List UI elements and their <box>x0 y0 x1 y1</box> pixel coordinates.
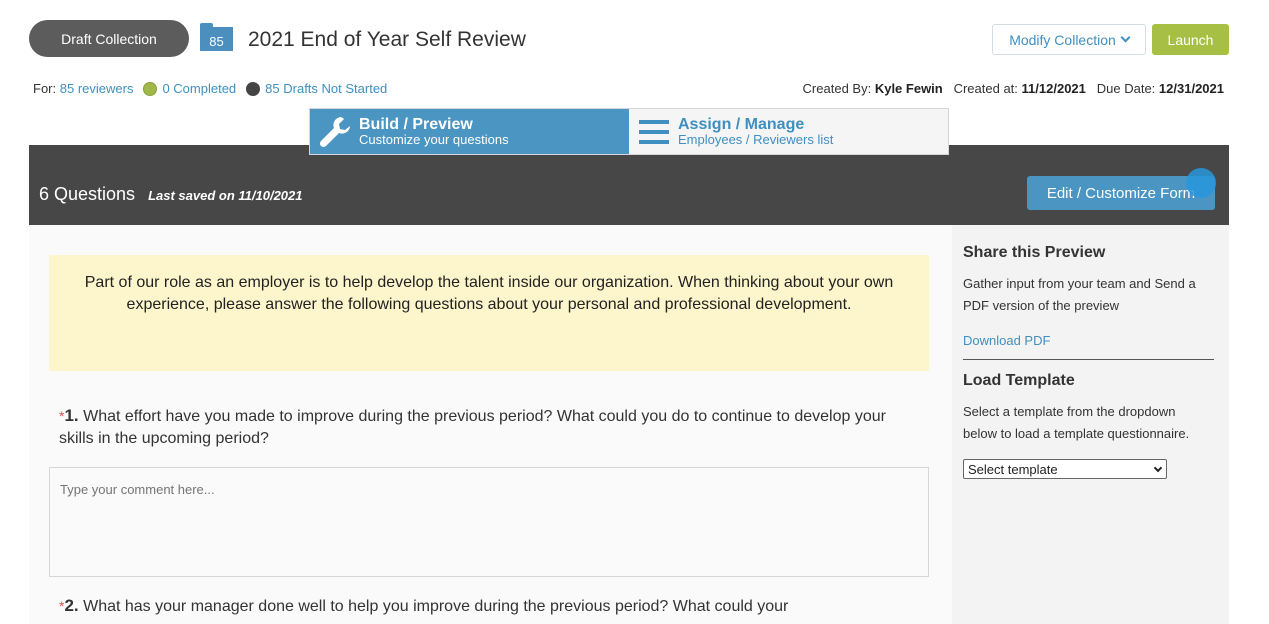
wrench-icon <box>315 112 355 152</box>
question-1: *1. What effort have you made to improve… <box>59 405 919 450</box>
sidebar-divider <box>963 359 1214 360</box>
created-at-value: 11/12/2021 <box>1021 81 1086 96</box>
form-intro: Part of our role as an employer is to he… <box>49 255 929 371</box>
load-template-heading: Load Template <box>963 372 1075 389</box>
due-date-value: 12/31/2021 <box>1158 81 1224 96</box>
tab-build-subtitle: Customize your questions <box>359 132 509 148</box>
not-started-status-icon <box>246 81 261 96</box>
question-number: 1. <box>64 406 79 425</box>
chevron-down-icon <box>1120 32 1131 43</box>
collection-summary: For: 85 reviewers 0 Completed 85 Drafts … <box>33 81 387 96</box>
due-date-label: Due Date: <box>1096 81 1156 96</box>
load-template-text: Select a template from the dropdown belo… <box>963 404 1190 441</box>
share-preview-heading: Share this Preview <box>963 244 1106 261</box>
question-2: *2. What has your manager done well to h… <box>59 595 919 618</box>
folder-count-badge: 85 <box>200 23 233 51</box>
question-number: 2. <box>64 596 79 615</box>
click-indicator <box>1186 168 1216 198</box>
page-title: 2021 End of Year Self Review <box>248 28 526 51</box>
modify-collection-label: Modify Collection <box>1009 31 1116 48</box>
tab-assign-subtitle: Employees / Reviewers list <box>678 132 834 148</box>
tab-build-preview[interactable]: Build / Preview Customize your questions <box>310 109 629 154</box>
tab-build-title: Build / Preview <box>359 115 473 133</box>
share-preview-text: Gather input from your team and Send a P… <box>963 276 1196 313</box>
collection-meta: Created By: Kyle Fewin Created at: 11/12… <box>803 81 1224 96</box>
download-pdf-link[interactable]: Download PDF <box>963 333 1050 348</box>
created-at-label: Created at: <box>953 81 1018 96</box>
question-count: 6 Questions Last saved on 11/10/2021 <box>39 184 303 205</box>
chevron-down-icon <box>1153 463 1163 473</box>
not-started-link[interactable]: 85 Drafts Not Started <box>265 81 387 96</box>
modify-collection-button[interactable]: Modify Collection <box>992 24 1146 55</box>
question-text: What effort have you made to improve dur… <box>59 408 886 447</box>
completed-link[interactable]: 0 Completed <box>162 81 236 96</box>
question-count-label: 6 Questions <box>39 184 136 204</box>
last-saved-label: Last saved on 11/10/2021 <box>148 188 303 203</box>
status-pill: Draft Collection <box>29 20 189 57</box>
tab-assign-manage[interactable]: Assign / Manage Employees / Reviewers li… <box>629 109 948 154</box>
step-tabs: Build / Preview Customize your questions… <box>309 108 949 155</box>
tab-assign-title: Assign / Manage <box>678 115 805 133</box>
created-by-label: Created By: <box>802 81 872 96</box>
template-select[interactable]: Select template <box>963 459 1167 479</box>
for-label: For: <box>33 81 57 96</box>
template-select-value: Select template <box>968 461 1058 477</box>
completed-status-icon <box>143 81 158 96</box>
question-text: What has your manager done well to help … <box>83 598 789 615</box>
question-1-comment-field[interactable] <box>49 467 929 577</box>
list-icon <box>634 112 674 152</box>
launch-button[interactable]: Launch <box>1152 24 1229 55</box>
created-by-value: Kyle Fewin <box>874 81 943 96</box>
reviewers-link[interactable]: 85 reviewers <box>60 81 134 96</box>
